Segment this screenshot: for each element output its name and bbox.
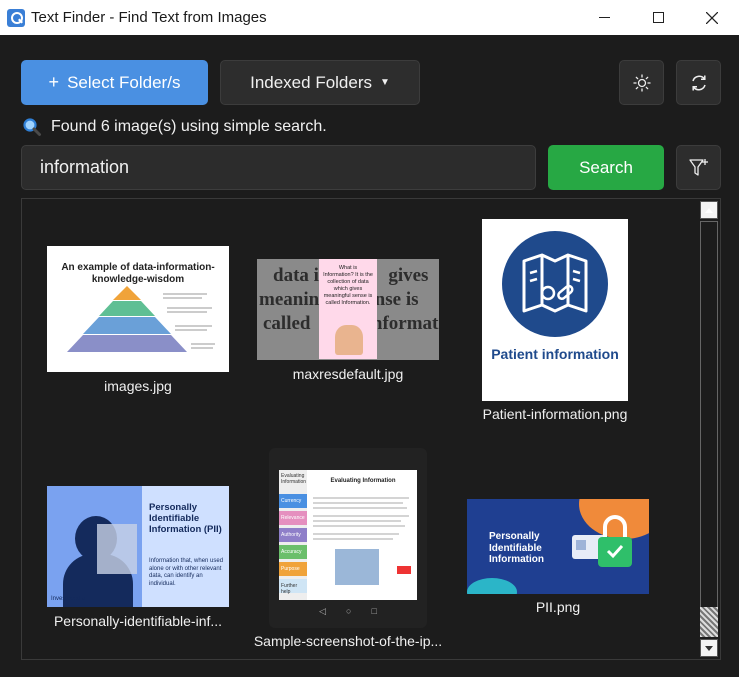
result-thumbnail-pii[interactable]: Personally Identifiable Information — [467, 499, 649, 594]
result-filename: Personally-identifiable-inf... — [53, 613, 223, 629]
theme-toggle-button[interactable] — [619, 60, 664, 105]
thumbnail-title: Personally Identifiable Information — [489, 531, 544, 565]
minimize-icon — [598, 17, 610, 18]
thumbnail-title: Patient information — [491, 346, 619, 362]
teal-shape — [467, 578, 517, 594]
results-panel[interactable]: An example of data-information-knowledge… — [21, 198, 721, 660]
search-button[interactable]: Search — [548, 145, 664, 190]
result-filename: Patient-information.png — [482, 406, 628, 422]
indexed-folders-dropdown[interactable]: Indexed Folders ▼ — [220, 60, 420, 105]
select-folders-button[interactable]: + Select Folder/s — [21, 60, 208, 105]
lock-icon — [572, 515, 632, 567]
refresh-button[interactable] — [676, 60, 721, 105]
refresh-icon — [691, 75, 706, 90]
filter-button[interactable] — [676, 145, 721, 190]
scroll-down-arrow-icon[interactable] — [700, 639, 718, 657]
indexed-folders-label: Indexed Folders — [250, 72, 372, 92]
phone-screen: Evaluating Information Currency Relevanc… — [279, 470, 417, 600]
magnifier-icon — [23, 118, 41, 136]
result-filename: images.jpg — [104, 378, 172, 394]
thumbnail-body: Information that, when used alone or wit… — [149, 558, 224, 587]
phone-nav-buttons: ◁ ○ □ — [319, 606, 377, 616]
search-input[interactable] — [21, 145, 536, 190]
scroll-up-arrow-icon[interactable] — [700, 201, 718, 219]
thumbnail-title: Personally Identifiable Information (PII… — [149, 502, 222, 535]
results-scrollbar[interactable] — [698, 199, 720, 659]
result-filename: Sample-screenshot-of-the-ip... — [253, 633, 443, 649]
thumb-card: What is Information? It is the collectio… — [319, 259, 377, 359]
text-lines-graphic — [313, 497, 411, 585]
pyramid-graphic — [67, 286, 215, 352]
search-status: Found 6 image(s) using simple search. — [22, 116, 327, 138]
window-title: Text Finder - Find Text from Images — [31, 9, 267, 26]
window-controls — [577, 0, 739, 35]
phone-menu: Evaluating Information Currency Relevanc… — [279, 470, 307, 600]
sun-icon — [632, 73, 651, 92]
hand-graphic — [335, 325, 363, 355]
result-thumbnail-sample-screenshot[interactable]: Evaluating Information Currency Relevanc… — [269, 448, 427, 628]
result-filename: PII.png — [535, 599, 581, 615]
caret-down-icon: ▼ — [380, 77, 390, 88]
close-icon — [706, 11, 718, 24]
thumbnail-title: Evaluating Information — [330, 478, 396, 484]
fingerprint-card-graphic — [97, 524, 137, 574]
result-filename: maxresdefault.jpg — [292, 366, 404, 382]
minimize-button[interactable] — [577, 0, 631, 35]
close-button[interactable] — [685, 0, 739, 35]
document-circle — [502, 231, 608, 337]
thumb-card-text: What is Information? It is the collectio… — [323, 265, 373, 306]
select-folders-label: Select Folder/s — [67, 72, 181, 92]
status-text: Found 6 image(s) using simple search. — [51, 118, 327, 135]
maximize-button[interactable] — [631, 0, 685, 35]
result-thumbnail-personally-identifiable[interactable]: Personally Identifiable Information (PII… — [47, 486, 229, 607]
thumbnail-title: An example of data-information-knowledge… — [61, 262, 215, 285]
scrollbar-thumb[interactable] — [700, 607, 718, 637]
maximize-icon — [652, 12, 664, 23]
document-icon — [522, 253, 588, 313]
plus-icon: + — [48, 72, 60, 92]
result-thumbnail-patient-information[interactable]: Patient information — [482, 219, 628, 401]
magnifier-app-icon — [7, 8, 25, 27]
result-thumbnail-images[interactable]: An example of data-information-knowledge… — [47, 246, 229, 372]
thumbnail-brand: Investopedia — [51, 596, 86, 602]
title-bar: Text Finder - Find Text from Images — [0, 0, 739, 35]
filter-add-icon — [688, 158, 708, 176]
result-thumbnail-maxresdefault[interactable]: data is gives meaningful sense is called In… — [257, 259, 439, 360]
scrollbar-track[interactable] — [700, 221, 718, 637]
